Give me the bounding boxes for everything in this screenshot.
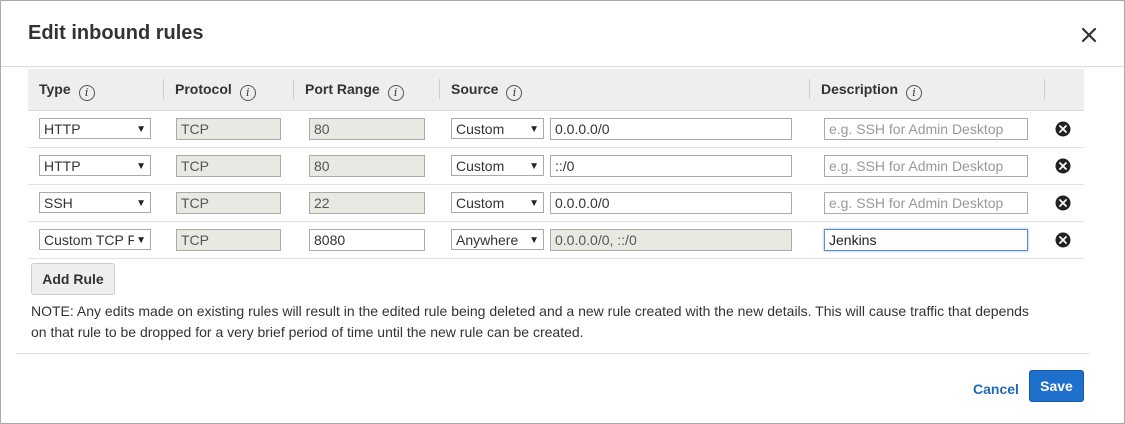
- dropdown-arrow-icon: ▼: [527, 230, 539, 249]
- table-header: Type i Protocol i Port Range i Source i Desc…: [28, 69, 1084, 111]
- source-cidr-input[interactable]: ::/0: [550, 155, 792, 177]
- protocol-field: TCP: [176, 155, 281, 177]
- source-cidr-input[interactable]: 0.0.0.0/0: [550, 192, 792, 214]
- column-separator: [293, 79, 294, 99]
- dropdown-arrow-icon: ▼: [527, 193, 539, 212]
- info-icon[interactable]: i: [387, 85, 404, 101]
- header-type: Type i: [39, 81, 95, 101]
- remove-rule-icon[interactable]: [1055, 121, 1071, 137]
- header-protocol: Protocol i: [175, 81, 256, 101]
- source-cidr-field: 0.0.0.0/0, ::/0: [550, 229, 792, 251]
- rule-row: Custom TCP F ▼ TCP 8080 Anywhere ▼ 0.0.0.0…: [28, 222, 1084, 259]
- column-separator: [1044, 79, 1045, 99]
- type-select[interactable]: Custom TCP F ▼: [39, 229, 151, 250]
- column-separator: [809, 79, 810, 99]
- remove-rule-icon[interactable]: [1055, 232, 1071, 248]
- description-input[interactable]: Jenkins: [824, 229, 1028, 251]
- add-rule-button[interactable]: Add Rule: [31, 263, 115, 295]
- dialog-title: Edit inbound rules: [28, 22, 204, 44]
- close-icon[interactable]: [1077, 23, 1101, 47]
- type-select[interactable]: HTTP ▼: [39, 155, 151, 176]
- dropdown-arrow-icon: ▼: [134, 230, 146, 249]
- protocol-field: TCP: [176, 192, 281, 214]
- dropdown-arrow-icon: ▼: [134, 119, 146, 138]
- source-mode-select[interactable]: Anywhere ▼: [451, 229, 544, 250]
- dropdown-arrow-icon: ▼: [527, 156, 539, 175]
- source-mode-select[interactable]: Custom ▼: [451, 118, 544, 139]
- edit-warning-note: NOTE: Any edits made on existing rules w…: [31, 303, 1029, 340]
- dropdown-arrow-icon: ▼: [527, 119, 539, 138]
- description-input[interactable]: e.g. SSH for Admin Desktop: [824, 192, 1028, 214]
- source-cidr-input[interactable]: 0.0.0.0/0: [550, 118, 792, 140]
- header-source: Source i: [451, 81, 523, 101]
- footer-divider: [16, 353, 1089, 354]
- info-icon[interactable]: i: [906, 85, 923, 101]
- info-icon[interactable]: i: [78, 85, 95, 101]
- info-icon[interactable]: i: [239, 85, 256, 101]
- header-port-range: Port Range i: [305, 81, 404, 101]
- port-range-field: 80: [309, 118, 425, 140]
- dropdown-arrow-icon: ▼: [134, 193, 146, 212]
- remove-rule-icon[interactable]: [1055, 195, 1071, 211]
- save-button[interactable]: Save: [1029, 370, 1084, 402]
- port-range-field: 80: [309, 155, 425, 177]
- cancel-button[interactable]: Cancel: [973, 381, 1019, 397]
- info-icon[interactable]: i: [506, 85, 523, 101]
- port-range-input[interactable]: 8080: [309, 229, 425, 251]
- description-input[interactable]: e.g. SSH for Admin Desktop: [824, 118, 1028, 140]
- dropdown-arrow-icon: ▼: [134, 156, 146, 175]
- protocol-field: TCP: [176, 118, 281, 140]
- column-separator: [439, 79, 440, 99]
- source-mode-select[interactable]: Custom ▼: [451, 192, 544, 213]
- rules-table: Type i Protocol i Port Range i Source i Desc…: [28, 69, 1084, 259]
- edit-inbound-rules-dialog: Edit inbound rules Type i Protocol i Port …: [0, 0, 1125, 424]
- port-range-field: 22: [309, 192, 425, 214]
- protocol-field: TCP: [176, 229, 281, 251]
- dialog-header: Edit inbound rules: [1, 1, 1124, 67]
- header-description: Description i: [821, 81, 923, 101]
- column-separator: [163, 79, 164, 99]
- type-select[interactable]: HTTP ▼: [39, 118, 151, 139]
- description-input[interactable]: e.g. SSH for Admin Desktop: [824, 155, 1028, 177]
- source-mode-select[interactable]: Custom ▼: [451, 155, 544, 176]
- rule-row: HTTP ▼ TCP 80 Custom ▼ ::/0 e.g. SSH for A…: [28, 148, 1084, 185]
- remove-rule-icon[interactable]: [1055, 158, 1071, 174]
- type-select[interactable]: SSH ▼: [39, 192, 151, 213]
- rule-row: HTTP ▼ TCP 80 Custom ▼ 0.0.0.0/0 e.g. SSH …: [28, 111, 1084, 148]
- rule-row: SSH ▼ TCP 22 Custom ▼ 0.0.0.0/0 e.g. SSH f…: [28, 185, 1084, 222]
